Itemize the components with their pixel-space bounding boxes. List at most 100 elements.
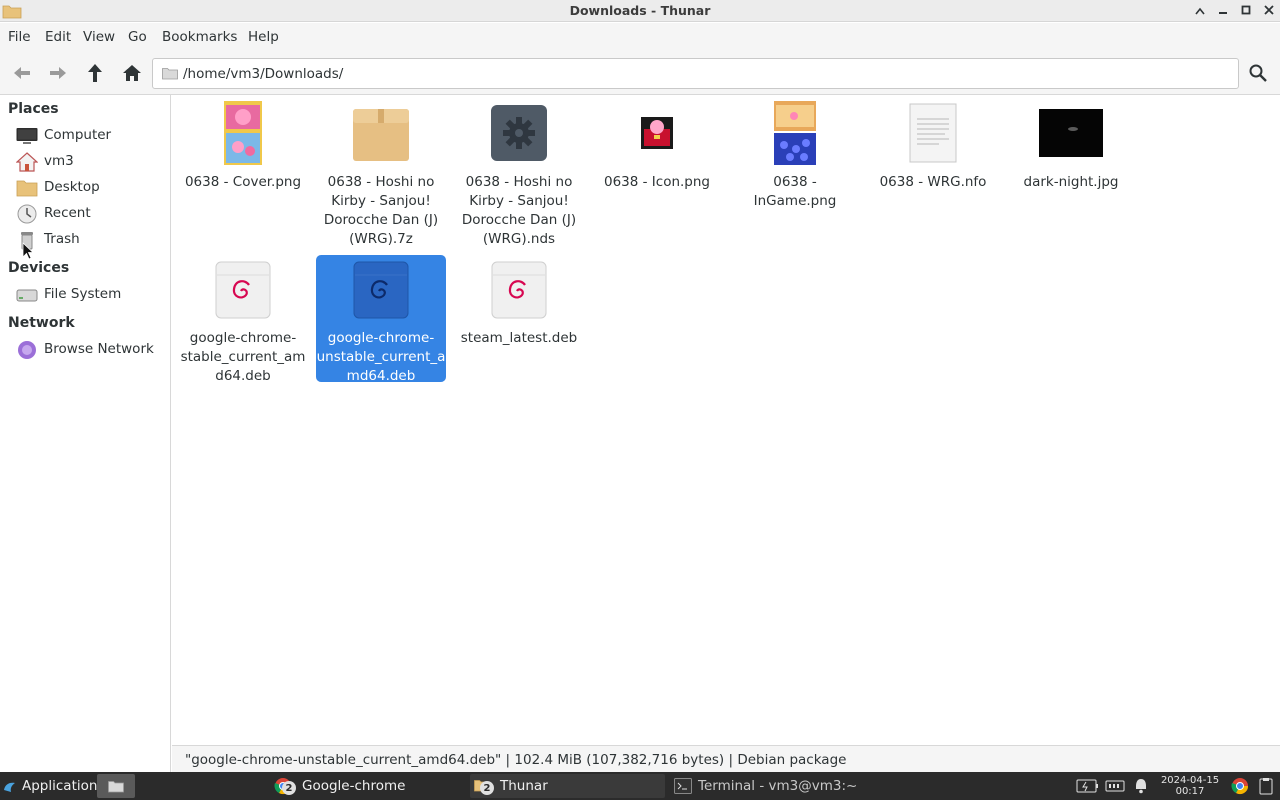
close-button[interactable] bbox=[1260, 2, 1278, 20]
sidebar-item-label: Desktop bbox=[44, 179, 100, 195]
file-item[interactable]: google-chrome-stable_current_amd64.deb bbox=[178, 255, 308, 384]
menu-edit[interactable]: Edit bbox=[45, 29, 71, 45]
file-item[interactable]: 0638 - WRG.nfo bbox=[868, 99, 998, 199]
file-item[interactable]: 0638 - Cover.png bbox=[178, 99, 308, 249]
sidebar-item-label: Computer bbox=[44, 127, 112, 143]
terminal-icon bbox=[674, 778, 692, 794]
file-item[interactable]: 0638 - Hoshi no Kirby - Sanjou! Dorocche… bbox=[316, 99, 446, 249]
keep-above-button[interactable] bbox=[1191, 2, 1209, 20]
chevron-up-icon bbox=[1195, 7, 1205, 15]
sidebar-item-label: Recent bbox=[44, 205, 91, 221]
sidebar-item-desktop[interactable]: Desktop bbox=[16, 176, 168, 200]
taskbar-item-label: Terminal - vm3@vm3:~ bbox=[698, 778, 858, 794]
minimize-button[interactable] bbox=[1214, 2, 1232, 20]
file-item[interactable]: steam_latest.deb bbox=[454, 255, 584, 355]
cover-image-thumbnail bbox=[211, 101, 275, 165]
home-button[interactable] bbox=[119, 60, 145, 86]
file-name: 0638 - Hoshi no Kirby - Sanjou! Dorocche… bbox=[461, 174, 577, 247]
file-item[interactable]: dark-night.jpg bbox=[1006, 99, 1136, 199]
network-header: Network bbox=[8, 315, 75, 331]
forward-button[interactable] bbox=[45, 60, 71, 86]
file-item[interactable]: 0638 - Hoshi no Kirby - Sanjou! Dorocche… bbox=[454, 99, 584, 249]
minimize-icon bbox=[1219, 12, 1227, 14]
places-header: Places bbox=[8, 101, 59, 117]
file-name: 0638 - Cover.png bbox=[184, 174, 302, 190]
taskbar: Applications 2 Google-chrome 2 Thunar Te… bbox=[0, 772, 1280, 800]
sidebar-item-label: File System bbox=[44, 286, 122, 302]
sidebar-item-file-system[interactable]: File System bbox=[16, 283, 168, 307]
drive-icon bbox=[16, 289, 38, 302]
sidebar: Places Computer vm3 Desktop Recent Trash… bbox=[0, 95, 171, 772]
ingame-image-thumbnail bbox=[763, 101, 827, 165]
executable-gear-icon bbox=[487, 101, 551, 165]
devices-header: Devices bbox=[8, 260, 70, 276]
menu-file[interactable]: File bbox=[8, 29, 31, 45]
applications-label: Applications bbox=[22, 778, 105, 794]
title-bar: Downloads - Thunar bbox=[0, 0, 1280, 22]
folder-icon bbox=[162, 68, 178, 80]
battery-icon[interactable] bbox=[1076, 777, 1100, 795]
maximize-icon bbox=[1241, 5, 1251, 15]
show-desktop-button[interactable] bbox=[97, 774, 135, 798]
icon-image-thumbnail bbox=[625, 101, 689, 165]
sidebar-item-label: Browse Network bbox=[44, 341, 154, 357]
text-document-icon bbox=[901, 101, 965, 165]
menu-help[interactable]: Help bbox=[248, 29, 279, 45]
arrow-right-icon bbox=[50, 67, 66, 79]
parent-folder-button[interactable] bbox=[82, 60, 108, 86]
taskbar-item-google-chrome[interactable]: 2 Google-chrome bbox=[272, 774, 467, 798]
file-view[interactable]: 0638 - Cover.png 0638 - Hoshi no Kirby -… bbox=[172, 95, 1280, 745]
menu-go[interactable]: Go bbox=[128, 29, 147, 45]
status-text: "google-chrome-unstable_current_amd64.de… bbox=[185, 752, 847, 768]
file-item[interactable]: 0638 - InGame.png bbox=[730, 99, 860, 209]
location-path[interactable]: /home/vm3/Downloads/ bbox=[183, 66, 343, 82]
sidebar-item-recent[interactable]: Recent bbox=[16, 202, 168, 226]
applications-menu-button[interactable]: Applications bbox=[0, 772, 104, 800]
clipboard-icon[interactable] bbox=[1258, 777, 1274, 795]
network-icon bbox=[18, 341, 36, 359]
arrow-up-icon bbox=[88, 64, 102, 82]
window-title: Downloads - Thunar bbox=[569, 3, 711, 18]
file-name: dark-night.jpg bbox=[1023, 174, 1119, 190]
file-name: google-chrome-unstable_current_amd64.deb bbox=[316, 330, 446, 384]
sidebar-item-browse-network[interactable]: Browse Network bbox=[16, 338, 168, 362]
search-button[interactable] bbox=[1245, 60, 1271, 86]
recent-icon bbox=[17, 204, 37, 224]
maximize-button[interactable] bbox=[1237, 2, 1255, 20]
taskbar-item-thunar[interactable]: 2 Thunar bbox=[470, 774, 665, 798]
file-name: 0638 - Icon.png bbox=[603, 174, 711, 190]
file-item[interactable]: 0638 - Icon.png bbox=[592, 99, 722, 199]
folder-icon bbox=[16, 180, 38, 197]
sidebar-item-computer[interactable]: Computer bbox=[16, 124, 168, 148]
mouse-cursor-icon bbox=[22, 242, 34, 260]
sidebar-item-trash[interactable]: Trash bbox=[16, 228, 168, 252]
taskbar-item-terminal[interactable]: Terminal - vm3@vm3:~ bbox=[670, 774, 868, 798]
network-tray-icon[interactable] bbox=[1104, 777, 1126, 795]
sidebar-item-vm3[interactable]: vm3 bbox=[16, 150, 168, 174]
arrow-left-icon bbox=[14, 67, 30, 79]
clock[interactable]: 2024-04-15 00:17 bbox=[1160, 775, 1220, 797]
folder-icon bbox=[108, 780, 124, 792]
file-name: steam_latest.deb bbox=[460, 330, 578, 346]
menu-view[interactable]: View bbox=[83, 29, 115, 45]
debian-package-icon bbox=[487, 257, 551, 321]
archive-icon bbox=[349, 101, 413, 165]
chrome-tray-icon[interactable] bbox=[1231, 777, 1249, 795]
clock-time: 00:17 bbox=[1175, 786, 1205, 797]
menu-bookmarks[interactable]: Bookmarks bbox=[162, 29, 237, 45]
back-button[interactable] bbox=[9, 60, 35, 86]
notification-bell-icon[interactable] bbox=[1132, 777, 1150, 795]
search-icon bbox=[1249, 64, 1267, 82]
location-bar[interactable]: /home/vm3/Downloads/ bbox=[152, 58, 1239, 89]
close-icon bbox=[1264, 5, 1274, 15]
window-count-badge: 2 bbox=[480, 781, 494, 795]
file-name: 0638 - WRG.nfo bbox=[879, 174, 987, 190]
debian-package-icon bbox=[211, 257, 275, 321]
file-name: google-chrome-stable_current_amd64.deb bbox=[180, 330, 306, 384]
file-item-selected[interactable]: google-chrome-unstable_current_amd64.deb bbox=[316, 255, 446, 384]
toolbar: /home/vm3/Downloads/ bbox=[0, 51, 1280, 95]
status-bar: "google-chrome-unstable_current_amd64.de… bbox=[172, 745, 1280, 772]
file-name: 0638 - Hoshi no Kirby - Sanjou! Dorocche… bbox=[323, 174, 439, 247]
taskbar-item-label: Thunar bbox=[500, 778, 548, 794]
sidebar-item-label: vm3 bbox=[44, 153, 74, 169]
